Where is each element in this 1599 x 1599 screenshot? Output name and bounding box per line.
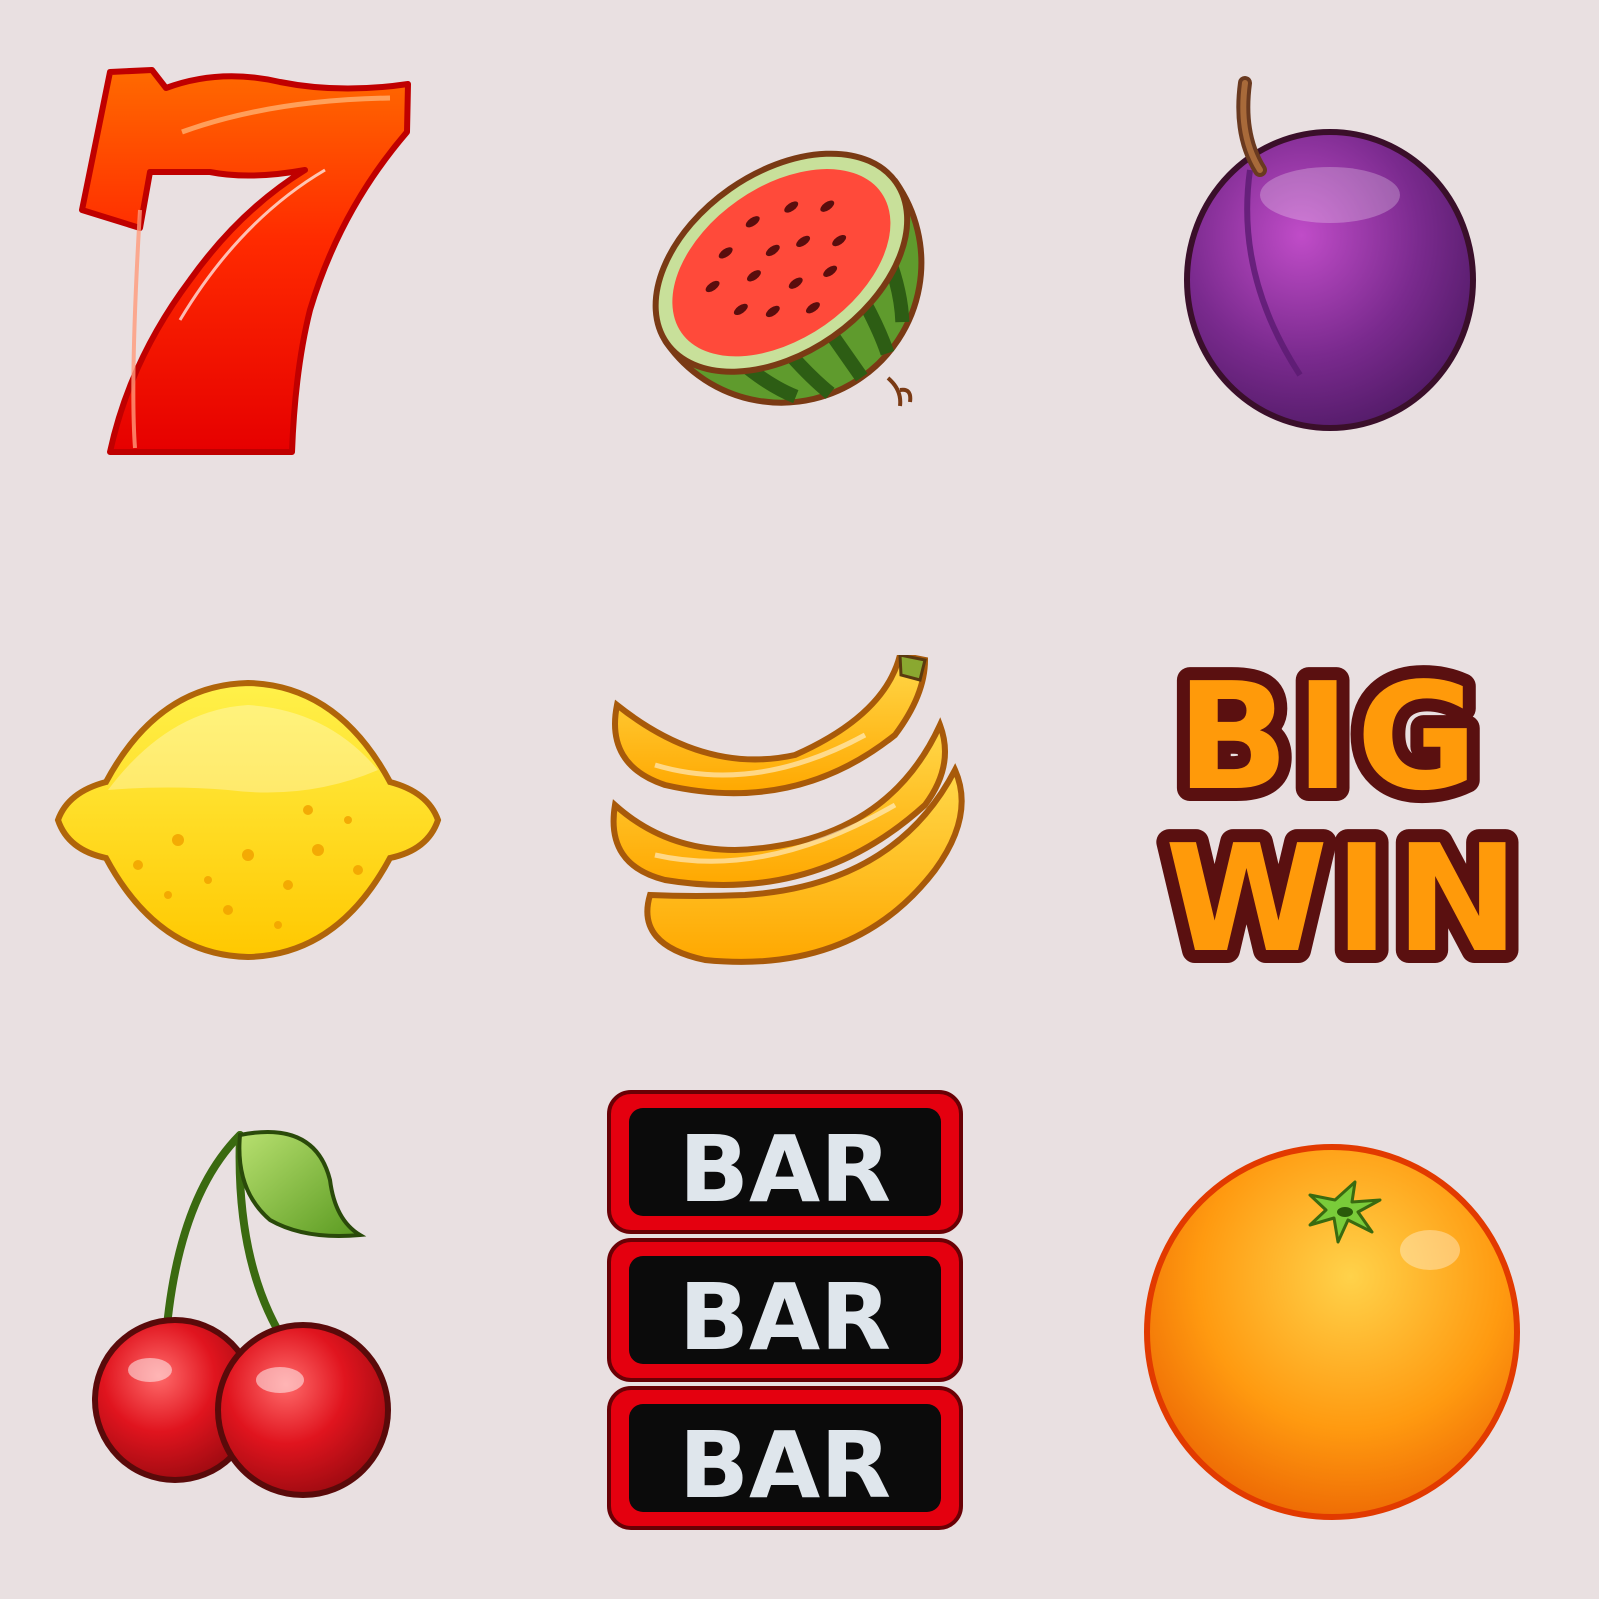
watermelon-icon <box>630 110 950 440</box>
bar-tile-2: BAR <box>607 1238 963 1382</box>
orange-icon <box>1140 1140 1525 1525</box>
lemon-icon <box>48 680 448 970</box>
plum-icon <box>1180 75 1480 435</box>
bar-tile-1: BAR <box>607 1090 963 1234</box>
slot-symbols-sheet: BIG WIN BAR BAR BAR <box>0 0 1599 1599</box>
big-win-icon: BIG WIN <box>1130 650 1560 985</box>
bar-label-3: BAR <box>679 1412 891 1519</box>
big-win-line-1: BIG <box>1176 651 1483 823</box>
big-win-line-2: WIN <box>1165 813 1525 985</box>
bar-label-1: BAR <box>679 1116 891 1223</box>
bar-label-2: BAR <box>679 1264 891 1371</box>
bar-tile-3: BAR <box>607 1386 963 1530</box>
banana-icon <box>595 655 975 980</box>
triple-bar-icon: BAR BAR BAR <box>605 1088 965 1533</box>
seven-icon <box>70 60 420 470</box>
cherry-icon <box>85 1110 415 1510</box>
